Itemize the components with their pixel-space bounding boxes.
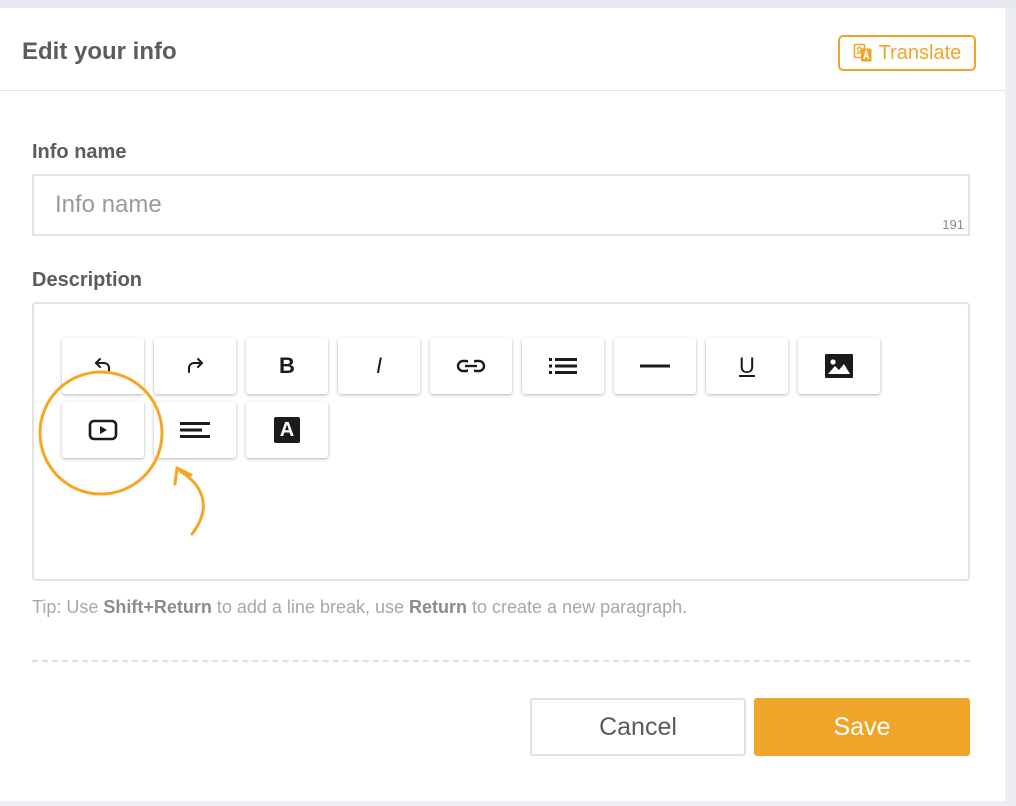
editor-tip: Tip: Use Shift+Return to add a line brea… [32, 597, 687, 618]
info-name-field-wrapper: 191 [32, 174, 970, 236]
tip-key-shift-return: Shift+Return [103, 597, 212, 617]
tip-prefix: Tip: Use [32, 597, 104, 617]
underline-button[interactable]: U [706, 338, 788, 394]
align-button[interactable] [154, 402, 236, 458]
video-play-icon [88, 419, 118, 441]
bulleted-list-icon [549, 358, 577, 374]
panel-header: Edit your info Translate [0, 8, 1005, 91]
align-left-icon [180, 422, 210, 438]
link-button[interactable] [430, 338, 512, 394]
italic-icon: I [375, 353, 383, 378]
bulleted-list-button[interactable] [522, 338, 604, 394]
image-button[interactable] [798, 338, 880, 394]
italic-button[interactable]: I [338, 338, 420, 394]
redo-button[interactable] [154, 338, 236, 394]
tip-middle: to add a line break, use [211, 597, 410, 617]
underline-icon: U [739, 353, 755, 378]
info-name-input[interactable] [34, 176, 968, 234]
video-button[interactable] [62, 402, 144, 458]
translate-button[interactable]: Translate [838, 35, 976, 71]
bold-icon: B [279, 353, 295, 378]
undo-icon [95, 358, 110, 373]
tip-key-return: Return [409, 597, 468, 617]
link-icon [456, 359, 486, 373]
redo-icon [188, 358, 203, 373]
page-title: Edit your info [22, 38, 177, 65]
cancel-button[interactable]: Cancel [530, 698, 746, 756]
horizontal-rule-icon [640, 364, 670, 368]
info-name-label: Info name [32, 141, 127, 163]
text-style-icon: A [274, 417, 300, 443]
top-strip [0, 0, 1016, 8]
image-icon [825, 354, 853, 378]
text-style-glyph: A [279, 419, 295, 441]
edit-info-panel: Edit your info Translate Info name 191 D… [0, 8, 1005, 801]
save-button[interactable]: Save [754, 698, 970, 756]
bold-button[interactable]: B [246, 338, 328, 394]
divider [32, 660, 970, 662]
char-count: 191 [942, 217, 964, 232]
translate-icon [853, 43, 872, 62]
description-label: Description [32, 269, 143, 291]
description-editor[interactable]: B I U A [32, 302, 970, 581]
undo-button[interactable] [62, 338, 144, 394]
tip-suffix: to create a new paragraph. [467, 597, 688, 617]
text-style-button[interactable]: A [246, 402, 328, 458]
horizontal-rule-button[interactable] [614, 338, 696, 394]
translate-label: Translate [878, 41, 962, 64]
